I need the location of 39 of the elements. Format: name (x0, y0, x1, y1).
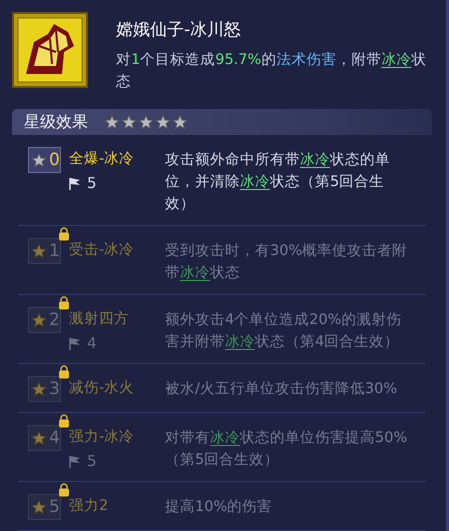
level-badge: 0 (28, 147, 61, 173)
effect-description: 提高10%的伤害 (165, 498, 274, 517)
star-icon (31, 152, 47, 168)
effect-name: 强力-冰冷 (69, 428, 136, 446)
star-icon (104, 114, 120, 130)
round-count: 5 (69, 174, 165, 192)
effect-name: 强力2 (69, 497, 110, 515)
star-icon (31, 381, 47, 397)
round-count: 5 (69, 452, 165, 470)
star-icon (155, 114, 171, 130)
skill-title: 嫦娥仙子-冰川怒 (116, 19, 242, 41)
lock-icon (58, 364, 70, 379)
star-icon (31, 312, 47, 328)
flag-icon (69, 336, 81, 350)
effect-description: 攻击额外命中所有带冰冷状态的单位，并清除冰冷状态（第5回合生效） (165, 150, 391, 214)
star-icon (31, 243, 47, 259)
effect-description: 额外攻击4个单位造成20%的溅射伤害并附带冰冷状态（第4回合生效） (165, 310, 402, 352)
skill-description: 对1个目标造成95.7%的法术伤害，附带冰冷状态 (116, 50, 428, 92)
skill-icon (12, 12, 88, 88)
effect-description: 被水/火五行单位攻击伤害降低30% (165, 380, 398, 399)
effect-name: 减伤-水火 (69, 379, 136, 397)
lock-icon (58, 226, 70, 241)
star-icon (121, 114, 137, 130)
flag-icon (69, 454, 81, 468)
effect-description: 对带有冰冷状态的单位伤害提高50%（第5回合生效） (165, 428, 408, 470)
star-icon (31, 430, 47, 446)
round-count: 4 (69, 334, 165, 352)
effect-name: 受击-冰冷 (69, 241, 136, 259)
flag-icon (69, 176, 81, 190)
lock-icon (58, 482, 70, 497)
star-icon (172, 114, 188, 130)
star-icon (138, 114, 154, 130)
section-title: 星级效果 (24, 112, 88, 132)
effect-name: 全爆-冰冷 (69, 150, 136, 168)
effect-description: 受到攻击时，有30%概率使攻击者附带冰冷状态 (165, 242, 408, 283)
star-icon (31, 499, 47, 515)
lock-icon (58, 413, 70, 428)
lock-icon (58, 295, 70, 310)
effect-name: 溅射四方 (69, 310, 130, 328)
